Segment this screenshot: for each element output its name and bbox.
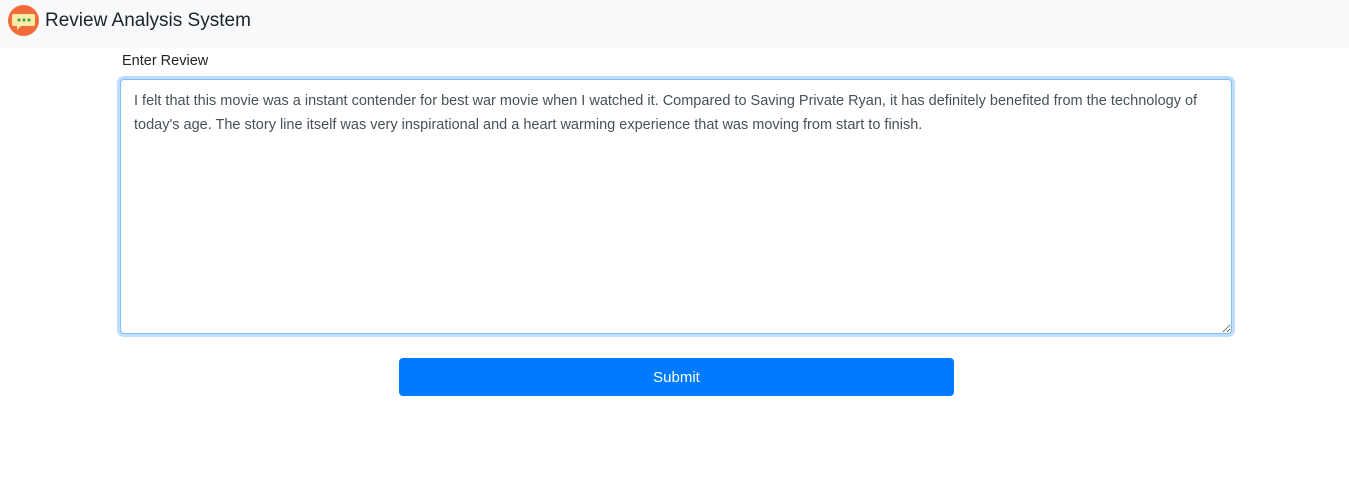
chat-bubble-icon[interactable] [8,5,39,36]
review-label: Enter Review [122,53,209,69]
navbar: Review Analysis System [0,0,1349,48]
submit-button[interactable]: Submit [399,358,954,396]
app-title[interactable]: Review Analysis System [45,8,251,34]
review-input[interactable]: I felt that this movie was a instant con… [120,79,1232,334]
